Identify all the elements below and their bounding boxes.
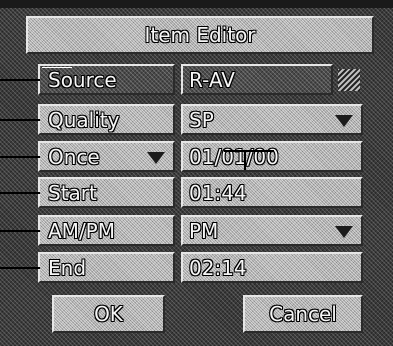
end-time-text: 02:14 xyxy=(189,255,247,280)
callout-line-source xyxy=(0,79,40,81)
frequency-dropdown-arrow-icon[interactable] xyxy=(147,152,165,164)
ok-button[interactable]: OK xyxy=(52,295,165,333)
start-time-field[interactable]: 01:44 xyxy=(181,177,363,208)
end-label-text: End xyxy=(48,255,87,280)
ok-button-label: OK xyxy=(94,302,123,326)
callout-line-quality xyxy=(0,119,40,121)
source-value-field[interactable]: R-AV xyxy=(181,64,333,95)
date-marker-bar xyxy=(224,150,274,152)
source-label[interactable]: Source xyxy=(38,64,175,95)
ampm-label[interactable]: AM/PM xyxy=(38,215,175,246)
frequency-label-text: Once xyxy=(48,144,100,169)
date-value-text: 01/01/00 xyxy=(189,144,279,169)
callout-line-start xyxy=(0,192,40,194)
item-editor-dialog: Item Editor Source R-AV Quality SP Once … xyxy=(0,0,393,346)
cancel-button-label: Cancel xyxy=(269,302,337,326)
cancel-button[interactable]: Cancel xyxy=(243,295,363,333)
source-highlight-line xyxy=(42,67,72,68)
start-label[interactable]: Start xyxy=(38,177,175,208)
source-label-text: Source xyxy=(48,67,117,92)
quality-dropdown[interactable]: SP xyxy=(181,104,363,135)
dialog-title: Item Editor xyxy=(144,23,256,47)
callout-line-once xyxy=(0,156,40,158)
dialog-title-bar: Item Editor xyxy=(26,16,374,54)
callout-line-end xyxy=(0,267,40,269)
quality-label-text: Quality xyxy=(48,107,120,132)
quality-label[interactable]: Quality xyxy=(38,104,175,135)
quality-dropdown-arrow-icon[interactable] xyxy=(335,115,353,127)
ampm-dropdown-arrow-icon[interactable] xyxy=(335,226,353,238)
date-marker-stem xyxy=(244,150,246,170)
quality-value-text: SP xyxy=(189,107,214,132)
source-value-text: R-AV xyxy=(189,67,235,92)
start-label-text: Start xyxy=(48,180,97,205)
ampm-dropdown[interactable]: PM xyxy=(181,215,363,246)
frequency-dropdown[interactable]: Once xyxy=(38,141,175,172)
ampm-value-text: PM xyxy=(189,218,219,243)
ampm-label-text: AM/PM xyxy=(48,218,115,243)
start-time-text: 01:44 xyxy=(189,180,247,205)
callout-line-ampm xyxy=(0,230,40,232)
striped-grip-icon xyxy=(338,69,360,91)
end-time-field[interactable]: 02:14 xyxy=(181,252,363,283)
date-field[interactable]: 01/01/00 xyxy=(181,141,363,172)
end-label[interactable]: End xyxy=(38,252,175,283)
